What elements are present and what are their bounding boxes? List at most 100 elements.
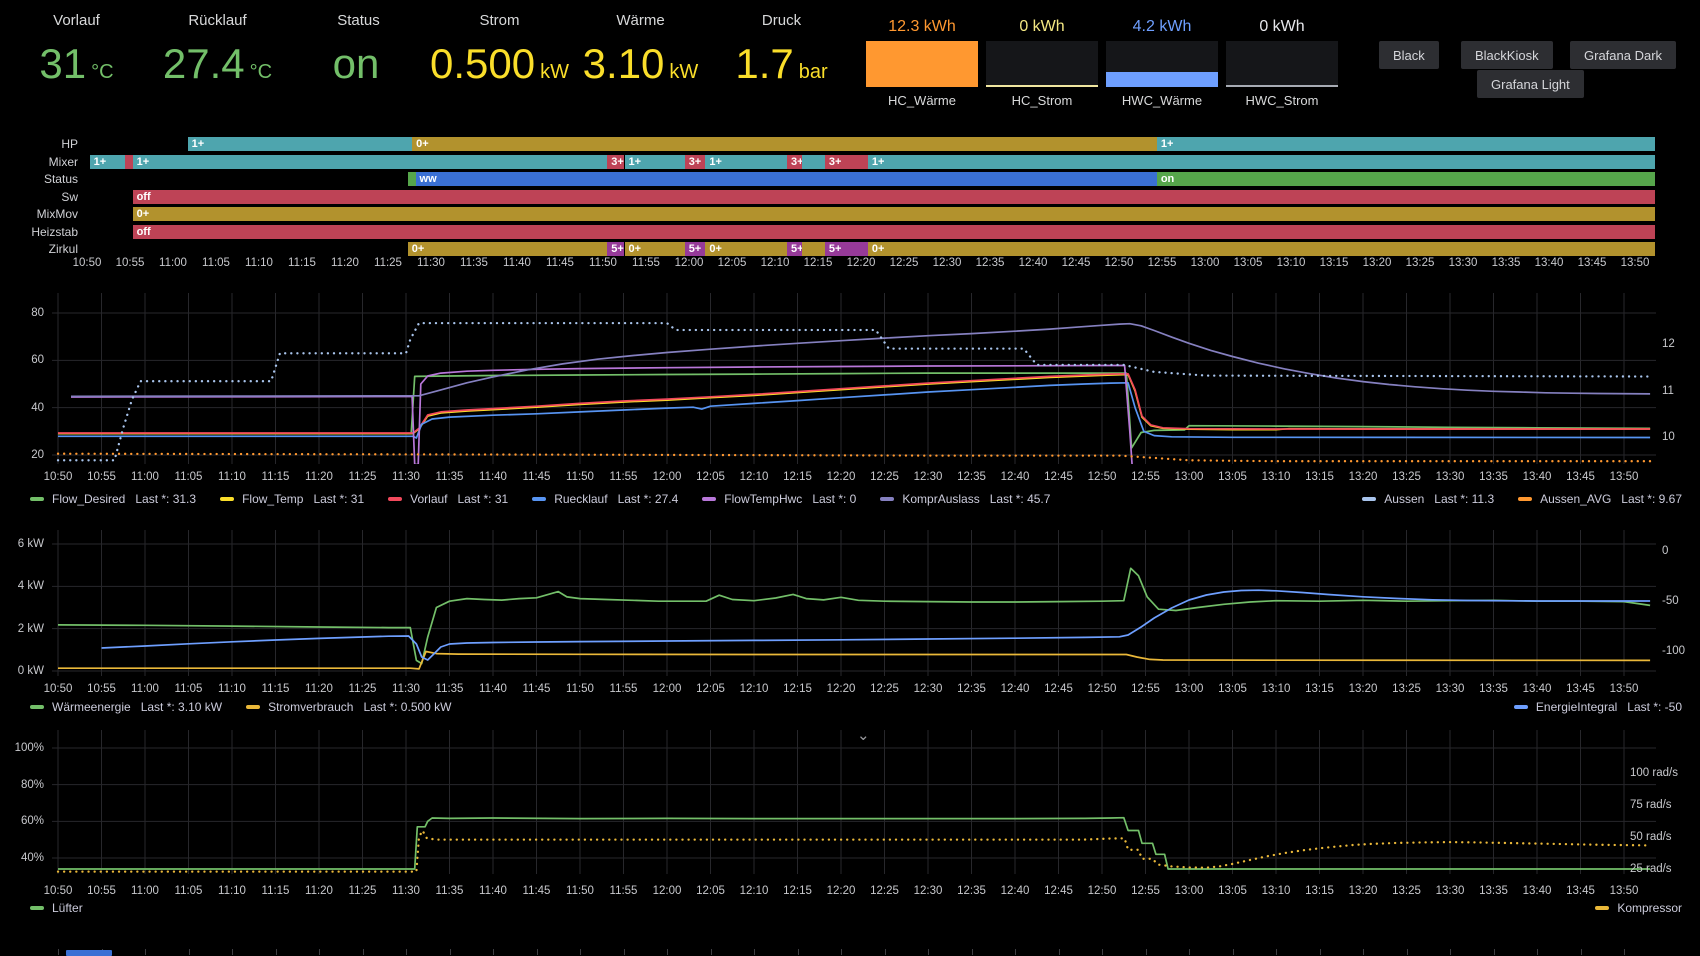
gauge-baseline xyxy=(1226,85,1338,87)
right-axis-label: 100 rad/s xyxy=(1630,766,1678,780)
time-tick-label: 12:10 xyxy=(732,884,776,898)
stat-number: 3.10 xyxy=(583,43,665,85)
time-tick-label: 11:00 xyxy=(123,682,167,696)
bottom-tick xyxy=(1102,949,1103,955)
bottom-tick xyxy=(841,949,842,955)
timeline-row-label-heizstab: Heizstab xyxy=(0,225,78,239)
time-tick-label: 13:45 xyxy=(1570,256,1614,270)
right-axis-label: 11 xyxy=(1662,384,1674,398)
time-tick-label: 13:00 xyxy=(1167,682,1211,696)
bottom-tick xyxy=(928,949,929,955)
time-tick-label: 12:00 xyxy=(645,884,689,898)
legend-item-Flow_Temp[interactable]: Flow_TempLast *: 31 xyxy=(220,492,364,506)
gauge-value: 0 kWh xyxy=(986,18,1098,36)
theme-button-grafana-light[interactable]: Grafana Light xyxy=(1477,70,1584,98)
time-tick-label: 11:15 xyxy=(254,884,298,898)
legend-right: AussenLast *: 11.3 Aussen_AVGLast *: 9.67 xyxy=(1362,492,1682,506)
stat-value-strom: 0.500kW xyxy=(429,43,570,85)
time-tick-label: 13:50 xyxy=(1602,884,1646,898)
stat-ruecklauf: Rücklauf 27.4°C xyxy=(147,12,288,85)
bottom-tick xyxy=(1189,949,1190,955)
legend-item-EnergieIntegral[interactable]: EnergieIntegralLast *: -50 xyxy=(1514,700,1682,714)
time-tick-label: 11:15 xyxy=(254,682,298,696)
fan-compressor-chart-panel: 100%80%60%40%100 rad/s75 rad/s50 rad/s25… xyxy=(0,722,1700,924)
gridlines xyxy=(52,730,1656,874)
time-tick-label: 12:15 xyxy=(776,682,820,696)
theme-button-blackkiosk[interactable]: BlackKiosk xyxy=(1461,41,1553,69)
stat-waerme: Wärme 3.10kW xyxy=(570,12,711,85)
legend-swatch xyxy=(1362,497,1376,501)
collapse-chevron-icon[interactable]: ⌄ xyxy=(857,729,870,743)
time-tick-label: 12:35 xyxy=(950,682,994,696)
theme-button-grafana-dark[interactable]: Grafana Dark xyxy=(1570,41,1676,69)
legend-series-name: Kompressor xyxy=(1617,901,1682,915)
time-tick-label: 12:20 xyxy=(819,470,863,484)
legend-series-name: Flow_Desired xyxy=(52,492,125,506)
time-tick-label: 11:45 xyxy=(515,884,559,898)
legend-item-FlowTempHwc[interactable]: FlowTempHwcLast *: 0 xyxy=(702,492,856,506)
time-tick-label: 11:30 xyxy=(384,470,428,484)
timeline-segment: 3+ xyxy=(787,155,802,169)
timeline-segment: 3+ xyxy=(607,155,624,169)
time-tick-label: 11:10 xyxy=(210,884,254,898)
legend-left: Lüfter xyxy=(30,901,83,915)
legend-item-Kompressor[interactable]: Kompressor xyxy=(1595,901,1682,915)
timeline-segment: on xyxy=(1157,172,1655,186)
timeline-row-label-mixer: Mixer xyxy=(0,155,78,169)
legend-swatch xyxy=(30,906,44,910)
stat-title-waerme: Wärme xyxy=(570,12,711,29)
legend-item-Lüfter[interactable]: Lüfter xyxy=(30,901,83,915)
timeline-segment: 1+ xyxy=(868,155,1655,169)
time-tick-label: 11:35 xyxy=(428,470,472,484)
gauge-name: HC_Strom xyxy=(986,93,1098,108)
bottom-tick xyxy=(319,949,320,955)
time-tick-label: 12:15 xyxy=(776,884,820,898)
time-tick-label: 12:30 xyxy=(906,682,950,696)
time-tick-label: 12:45 xyxy=(1037,470,1081,484)
left-axis-label: 0 kW xyxy=(0,664,44,678)
legend-item-Aussen_AVG[interactable]: Aussen_AVGLast *: 9.67 xyxy=(1518,492,1682,506)
gauge-value: 0 kWh xyxy=(1226,18,1338,36)
time-tick-label: 11:40 xyxy=(471,682,515,696)
time-tick-label: 11:00 xyxy=(151,256,195,270)
time-tick-label: 12:00 xyxy=(645,682,689,696)
legend-item-Wärmeenergie[interactable]: WärmeenergieLast *: 3.10 kW xyxy=(30,700,222,714)
time-tick-label: 13:30 xyxy=(1441,256,1485,270)
timeline-row-label-zirkul: Zirkul xyxy=(0,242,78,256)
legend-item-Aussen[interactable]: AussenLast *: 11.3 xyxy=(1362,492,1494,506)
time-tick-label: 12:35 xyxy=(950,470,994,484)
timeline-segment: 0+ xyxy=(705,242,787,256)
legend-item-Vorlauf[interactable]: VorlaufLast *: 31 xyxy=(388,492,508,506)
bottom-tick xyxy=(1059,949,1060,955)
legend-swatch xyxy=(1518,497,1532,501)
timeline-row-label-sw: Sw xyxy=(0,190,78,204)
time-tick-label: 12:50 xyxy=(1080,884,1124,898)
bottom-tick xyxy=(580,949,581,955)
legend-item-Ruecklauf[interactable]: RuecklaufLast *: 27.4 xyxy=(532,492,678,506)
time-tick-label: 10:55 xyxy=(108,256,152,270)
legend-series-name: KomprAuslass xyxy=(902,492,979,506)
time-tick-label: 11:30 xyxy=(384,884,428,898)
time-tick-label: 13:05 xyxy=(1211,884,1255,898)
time-tick-label: 13:20 xyxy=(1355,256,1399,270)
timeline-row-label-mixmov: MixMov xyxy=(0,207,78,221)
time-tick-label: 11:50 xyxy=(558,682,602,696)
legend-item-Stromverbrauch[interactable]: StromverbrauchLast *: 0.500 kW xyxy=(246,700,451,714)
gauge-fill xyxy=(866,41,978,87)
time-tick-label: 11:25 xyxy=(341,470,385,484)
time-tick-label: 11:20 xyxy=(297,470,341,484)
time-tick-label: 11:20 xyxy=(297,682,341,696)
time-tick-label: 13:30 xyxy=(1428,470,1472,484)
time-tick-label: 13:30 xyxy=(1428,682,1472,696)
legend-item-KomprAuslass[interactable]: KomprAuslassLast *: 45.7 xyxy=(880,492,1050,506)
time-tick-label: 13:45 xyxy=(1559,884,1603,898)
theme-button-black[interactable]: Black xyxy=(1379,41,1439,69)
bottom-tick xyxy=(711,949,712,955)
timeline-segment: 5+ xyxy=(607,242,624,256)
bottom-tick xyxy=(145,949,146,955)
time-tick-label: 13:35 xyxy=(1472,470,1516,484)
legend-last-value: Last *: 27.4 xyxy=(618,492,679,506)
stat-value-vorlauf: 31°C xyxy=(6,43,147,85)
legend-item-Flow_Desired[interactable]: Flow_DesiredLast *: 31.3 xyxy=(30,492,196,506)
time-tick-label: 13:40 xyxy=(1515,884,1559,898)
